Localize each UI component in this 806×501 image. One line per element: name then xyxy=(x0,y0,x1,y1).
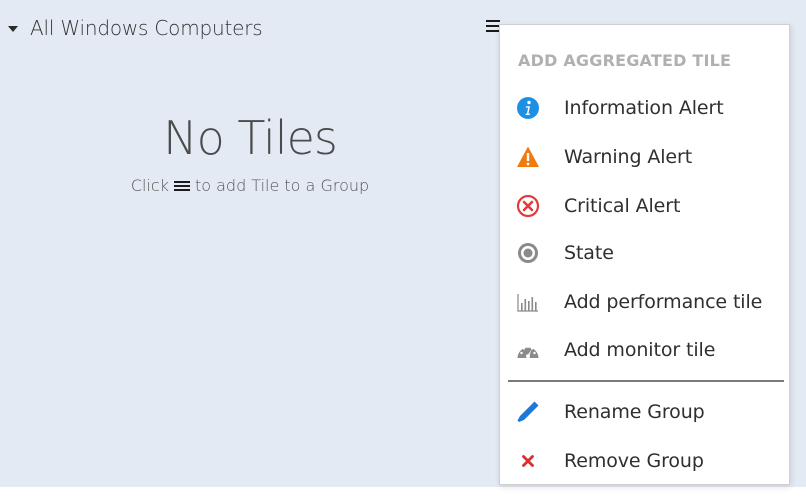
menu-item-warning-alert[interactable]: Warning Alert xyxy=(500,137,789,177)
hint-before-text: Click xyxy=(130,176,169,195)
hamburger-menu-icon[interactable] xyxy=(486,20,500,34)
menu-item-rename-group[interactable]: Rename Group xyxy=(500,392,789,432)
menu-item-critical-alert[interactable]: Critical Alert xyxy=(500,186,789,226)
menu-item-label: Add monitor tile xyxy=(564,339,716,361)
menu-item-label: Add performance tile xyxy=(564,291,763,313)
add-tile-menu: ADD AGGREGATED TILE Information Alert Wa… xyxy=(499,24,790,485)
menu-item-add-performance-tile[interactable]: Add performance tile xyxy=(500,282,789,322)
hint-after-text: to add Tile to a Group xyxy=(194,176,370,195)
critical-icon xyxy=(516,194,540,218)
menu-item-label: State xyxy=(564,242,614,264)
pencil-icon xyxy=(516,400,540,424)
group-header[interactable]: All Windows Computers xyxy=(8,14,263,42)
menu-item-label: Warning Alert xyxy=(564,146,693,168)
performance-chart-icon xyxy=(516,290,540,314)
menu-item-remove-group[interactable]: Remove Group xyxy=(500,441,789,481)
caret-down-icon[interactable] xyxy=(8,25,18,32)
menu-item-add-monitor-tile[interactable]: Add monitor tile xyxy=(500,330,789,370)
empty-state: No Tiles Click to add Tile to a Group xyxy=(100,110,400,195)
menu-item-label: Information Alert xyxy=(564,97,724,119)
group-title: All Windows Computers xyxy=(30,16,263,40)
bottom-strip xyxy=(0,487,806,501)
info-icon xyxy=(516,96,540,120)
empty-state-hint: Click to add Tile to a Group xyxy=(100,176,400,195)
hamburger-icon xyxy=(173,179,190,193)
menu-item-label: Rename Group xyxy=(564,401,705,423)
menu-heading: ADD AGGREGATED TILE xyxy=(518,51,732,70)
state-icon xyxy=(516,241,540,265)
menu-item-state[interactable]: State xyxy=(500,233,789,273)
warning-icon xyxy=(516,145,540,169)
menu-item-label: Remove Group xyxy=(564,450,704,472)
menu-separator xyxy=(508,380,784,382)
menu-item-label: Critical Alert xyxy=(564,195,681,217)
monitor-gauge-icon xyxy=(516,338,540,362)
menu-item-information-alert[interactable]: Information Alert xyxy=(500,88,789,128)
close-x-icon xyxy=(516,449,540,473)
empty-state-title: No Tiles xyxy=(163,111,338,165)
